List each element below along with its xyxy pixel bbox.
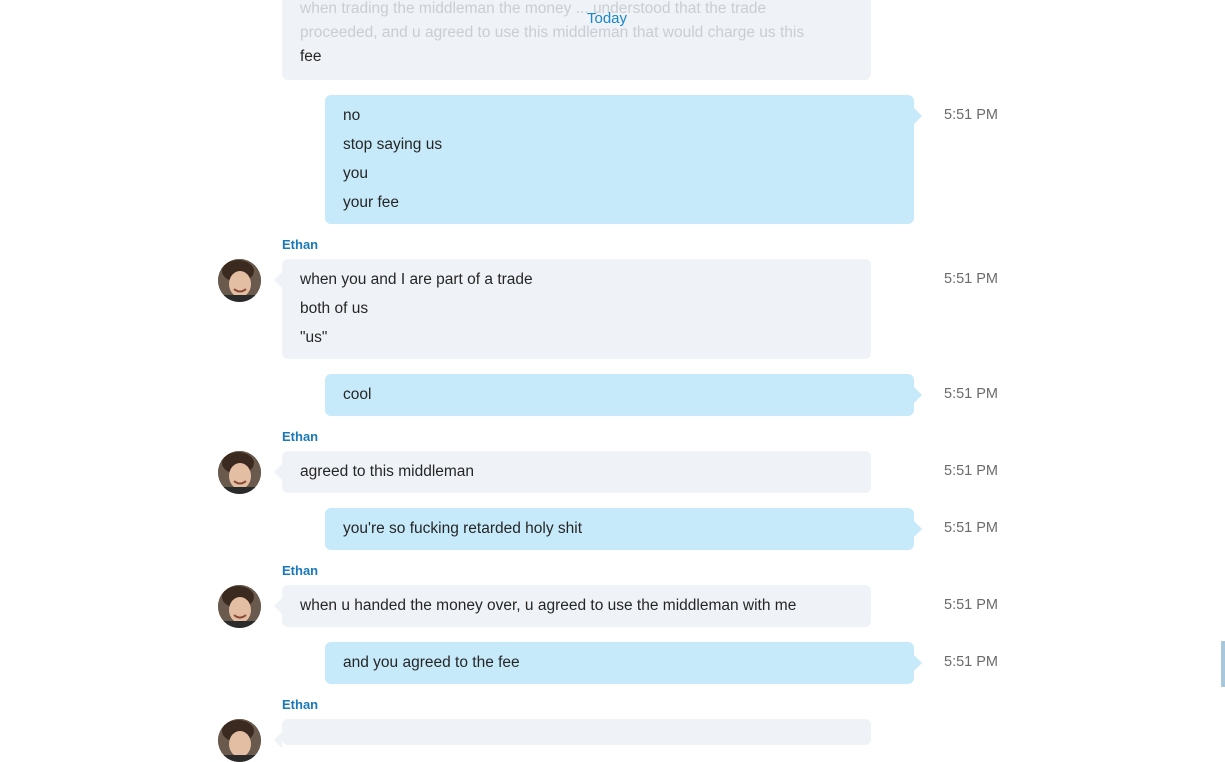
message-line: cool [343,386,372,403]
message-line: you [343,165,368,182]
message-bubble-incoming[interactable]: agreed to this middleman [274,451,871,493]
message-line: when u handed the money over, u agreed t… [300,597,797,614]
message-line: no [343,107,361,124]
avatar-ethan[interactable] [218,259,261,302]
message-timestamp: 5:51 PM [944,386,998,402]
scrollbar-thumb[interactable] [1221,641,1225,687]
sender-name[interactable]: Ethan [282,237,318,252]
message-bubble-outgoing[interactable]: cool [325,374,922,416]
message-line: and you agreed to the fee [343,654,520,671]
avatar-ethan[interactable] [218,719,261,762]
message-bubble-outgoing[interactable]: no stop saying us you your fee [325,95,922,224]
message-line: stop saying us [343,136,443,153]
sender-name[interactable]: Ethan [282,563,318,578]
avatar-ethan[interactable] [218,451,261,494]
message-bubble-incoming[interactable]: when u handed the money over, u agreed t… [274,585,871,627]
message-timestamp: 5:51 PM [944,597,998,613]
message-timestamp: 5:51 PM [944,520,998,536]
message-bubble-incoming[interactable]: when you and I are part of a trade both … [274,259,871,359]
message-line: "us" [300,329,328,346]
message-line: both of us [300,300,369,317]
message-line: you're so fucking retarded holy shit [343,520,583,537]
message-line: fee [300,48,322,65]
message-timestamp: 5:51 PM [944,107,998,123]
date-divider: Today [586,10,628,27]
message-timestamp: 5:51 PM [944,463,998,479]
avatar-ethan[interactable] [218,585,261,628]
message-bubble-outgoing[interactable]: and you agreed to the fee [325,642,922,684]
sender-name[interactable]: Ethan [282,697,318,712]
message-timestamp: 5:51 PM [944,654,998,670]
message-bubble-incoming[interactable] [274,719,871,748]
message-line: your fee [343,194,400,211]
message-line: agreed to this middleman [300,463,475,480]
message-bubble-outgoing[interactable]: you're so fucking retarded holy shit [325,508,922,550]
message-line: when you and I are part of a trade [300,271,533,288]
sender-name[interactable]: Ethan [282,429,318,444]
message-timestamp: 5:51 PM [944,271,998,287]
